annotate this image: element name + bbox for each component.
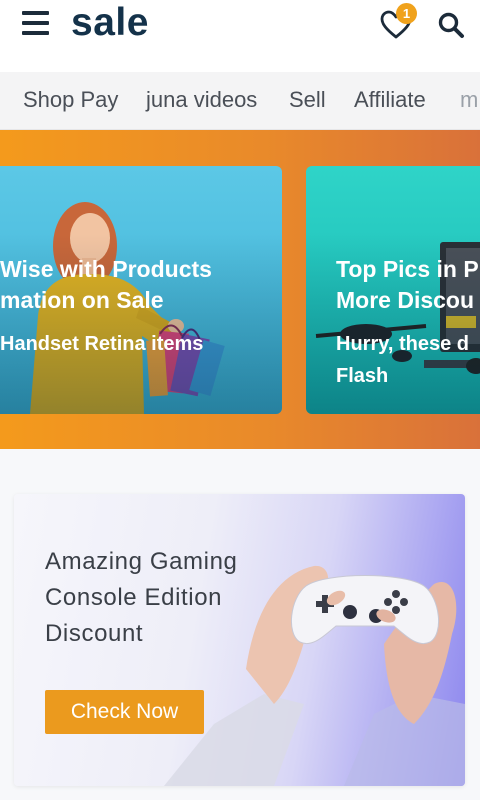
gaming-banner-title: Amazing Gaming Console Edition Discount [45,544,265,652]
nav-item-more[interactable]: m [460,72,478,129]
promo-carousel: Wise with Products mation on Sale Handse… [0,130,480,449]
check-now-button[interactable]: Check Now [45,690,204,734]
hamburger-menu-icon[interactable] [22,11,49,35]
gaming-banner-title-line2: Console Edition [45,584,223,611]
promo-card-1-subtitle: Handset Retina items [0,333,204,355]
nav-item-juna-videos[interactable]: juna videos [146,72,257,129]
promo-card-2-title-line2: More Discou [336,287,475,313]
promo-card-2-subtitle-line1: Hurry, these d [336,333,469,355]
nav-item-shop-pay[interactable]: Shop Pay [23,72,118,129]
promo-card-1-title-line1: Wise with Products [0,256,212,282]
nav-item-affiliate[interactable]: Affiliate [354,72,426,129]
promo-card-1-title-line2: mation on Sale [0,287,164,313]
search-icon[interactable] [437,11,465,39]
gaming-banner-title-line3: Discount [45,620,144,647]
wishlist-count-badge: 1 [396,3,417,24]
promo-card-1[interactable]: Wise with Products mation on Sale Handse… [0,166,282,414]
nav-item-sell[interactable]: Sell [289,72,326,129]
gaming-console-banner[interactable]: Amazing Gaming Console Edition Discount … [14,494,465,786]
promo-card-2-subtitle-line2: Flash [336,365,389,387]
header: sale 1 [0,0,480,72]
category-nav: Shop Pay juna videos Sell Affiliate m [0,72,480,130]
promo-card-2[interactable]: Top Pics in P More Discou Hurry, these d… [306,166,480,414]
site-logo[interactable]: sale [71,0,149,46]
gaming-banner-title-line1: Amazing Gaming [45,548,238,575]
promo-card-2-title-line1: Top Pics in P [336,256,479,282]
